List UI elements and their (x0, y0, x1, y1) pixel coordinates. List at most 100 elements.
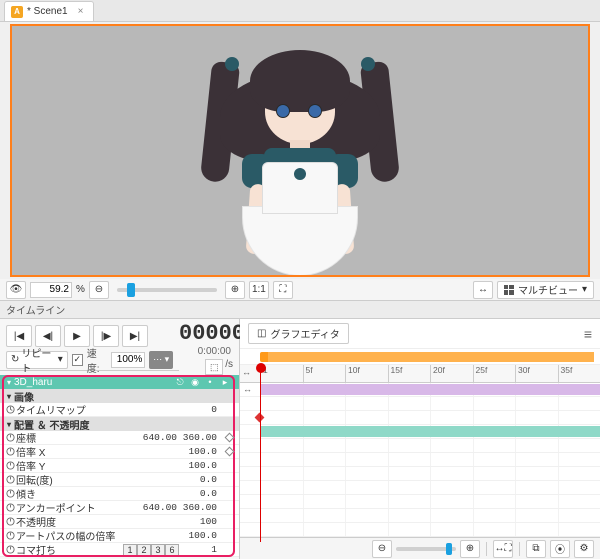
zoom-in-button[interactable]: ⊕ (225, 281, 245, 299)
time-zoom-slider[interactable] (396, 547, 456, 551)
menu-icon[interactable]: ≡ (584, 326, 592, 342)
zoom-in-time-button[interactable]: ⊕ (460, 540, 480, 558)
timeline-right-panel: ◫ グラフエディタ ≡ ↔ 1 5f 10f 15f 20f 25f 30f 3… (240, 319, 600, 559)
prop-opacity[interactable]: 不透明度 100 (0, 515, 239, 529)
prop-artpath-scale[interactable]: アートパスの幅の倍率 100.0 (0, 529, 239, 543)
zoom-out-time-button[interactable]: ⊖ (372, 540, 392, 558)
speed-input[interactable] (111, 352, 145, 368)
eye-toggle-button[interactable]: 👁 (6, 281, 26, 299)
timeline-panel-header: タイムライン (0, 301, 600, 319)
multiview-icon (504, 285, 514, 295)
stopwatch-icon[interactable] (4, 447, 16, 456)
object-row-3d-haru[interactable]: ▾ 3D_haru ⎋ ◉ • ▸ (0, 375, 239, 389)
select-tool-button[interactable]: ⬚ (205, 359, 223, 375)
timeline-left-panel: |◀ ◀| ▶ |▶ ▶| ↻ リピート ▾ 速度: ⋯ ▾ (0, 319, 240, 559)
property-tree: ▾ 3D_haru ⎋ ◉ • ▸ ▾画像 タイムリマップ 0 (0, 375, 239, 559)
track-rotation[interactable] (240, 481, 600, 495)
snap-button[interactable]: ⧉ (526, 540, 546, 558)
document-tabstrip: A * Scene1 × (0, 0, 600, 22)
track-group-image[interactable] (240, 397, 600, 411)
track-anchor[interactable] (240, 509, 600, 523)
stopwatch-icon[interactable] (4, 433, 16, 442)
scene-viewport[interactable] (10, 24, 590, 277)
nav-tool-button[interactable]: ↔ (473, 281, 493, 299)
zoom-slider[interactable] (117, 288, 217, 292)
timeline-bottom-toolbar: ⊖ ⊕ ↔⛶ ⧉ ⦿ ⚙ (240, 537, 600, 559)
repeat-toggle[interactable]: ↻ リピート ▾ (6, 351, 68, 369)
koma-3-button[interactable]: 3 (151, 544, 165, 556)
chevron-icon[interactable]: ▸ (219, 376, 231, 388)
stopwatch-icon[interactable] (4, 489, 16, 498)
chevron-down-icon: ▾ (58, 354, 63, 365)
track-group-transform[interactable] (240, 425, 600, 439)
link-icon[interactable]: ⎋ (174, 376, 186, 388)
scene-doc-icon: A (11, 6, 23, 18)
time-ruler[interactable]: ↔ 1 5f 10f 15f 20f 25f 30f 35f (240, 365, 600, 383)
scene-tab-title: * Scene1 (27, 6, 68, 17)
stopwatch-icon[interactable] (4, 531, 16, 540)
track-scaley[interactable] (240, 467, 600, 481)
fit-screen-button[interactable]: ⛶ (273, 281, 293, 299)
camera-mode-button[interactable]: ⋯ ▾ (149, 351, 173, 369)
playhead[interactable] (260, 365, 261, 542)
group-transform[interactable]: ▾配置 ＆ 不透明度 (0, 417, 239, 431)
stopwatch-icon[interactable] (4, 503, 16, 512)
track-opacity[interactable] (240, 523, 600, 537)
stopwatch-icon[interactable] (4, 517, 16, 526)
current-time-display: 0:00:00 (179, 346, 239, 357)
group-image[interactable]: ▾画像 (0, 389, 239, 403)
transport-options: ↻ リピート ▾ 速度: ⋯ ▾ (0, 349, 179, 371)
track-scalex[interactable] (240, 453, 600, 467)
koma-6-button[interactable]: 6 (165, 544, 179, 556)
work-range-bar[interactable] (240, 349, 600, 365)
fit-11-button[interactable]: 1:1 (249, 281, 269, 299)
graph-editor-header: ◫ グラフエディタ ≡ (240, 319, 600, 349)
prop-anchor[interactable]: アンカーポイント 640.00 360.00 (0, 501, 239, 515)
track-object[interactable]: ↔ (240, 383, 600, 397)
prop-rotation[interactable]: 回転(度) 0.0 (0, 473, 239, 487)
prop-scale-y[interactable]: 倍率 Y 100.0 (0, 459, 239, 473)
stopwatch-icon[interactable] (4, 545, 16, 554)
range-start-handle[interactable] (260, 352, 268, 362)
prop-scale-x[interactable]: 倍率 X 100.0 (0, 445, 239, 459)
zoom-input[interactable] (30, 282, 72, 298)
speed-label: 速度: (87, 345, 108, 375)
track-skew[interactable] (240, 495, 600, 509)
go-end-button[interactable]: ▶| (122, 325, 148, 347)
viewport-container (0, 22, 600, 279)
prop-koma[interactable]: コマ打ち 1 2 3 6 1 (0, 543, 239, 557)
per-second-label: /s (225, 359, 233, 375)
track-position[interactable] (240, 439, 600, 453)
magnet-button[interactable]: ⦿ (550, 540, 570, 558)
scene-tab[interactable]: A * Scene1 × (4, 1, 94, 21)
graph-icon: ◫ (257, 328, 266, 339)
koma-2-button[interactable]: 2 (137, 544, 151, 556)
prop-position[interactable]: 座標 640.00 360.00 (0, 431, 239, 445)
viewport-toolbar: 👁 % ⊖ ⊕ 1:1 ⛶ ↔ マルチビュー ▾ (0, 279, 600, 301)
stopwatch-icon[interactable] (4, 405, 16, 414)
zoom-out-button[interactable]: ⊖ (89, 281, 109, 299)
current-frame-display[interactable]: 00000 (179, 321, 239, 346)
stopwatch-icon[interactable] (4, 461, 16, 470)
stopwatch-icon[interactable] (4, 475, 16, 484)
more-icon[interactable]: • (204, 376, 216, 388)
repeat-icon: ↻ (11, 354, 19, 365)
track-area[interactable]: ↔ (240, 383, 600, 537)
keyframe-toggle[interactable] (223, 434, 235, 441)
eye-icon[interactable]: ◉ (189, 376, 201, 388)
percent-label: % (76, 284, 85, 295)
character-3d-model (210, 32, 390, 277)
prop-timeremap[interactable]: タイムリマップ 0 (0, 403, 239, 417)
track-timeremap[interactable] (240, 411, 600, 425)
fit-timeline-button[interactable]: ↔⛶ (493, 540, 513, 558)
prop-skew[interactable]: 傾き 0.0 (0, 487, 239, 501)
ruler-nav-icon[interactable]: ↔ (242, 367, 251, 377)
koma-1-button[interactable]: 1 (123, 544, 137, 556)
multiview-button[interactable]: マルチビュー ▾ (497, 281, 594, 299)
keyframe-toggle[interactable] (223, 448, 235, 455)
options-button[interactable]: ⚙ (574, 540, 594, 558)
close-icon[interactable]: × (78, 6, 84, 17)
disclosure-icon[interactable]: ▾ (4, 378, 14, 387)
graph-editor-button[interactable]: ◫ グラフエディタ (248, 323, 349, 344)
repeat-checkbox[interactable] (72, 354, 83, 366)
